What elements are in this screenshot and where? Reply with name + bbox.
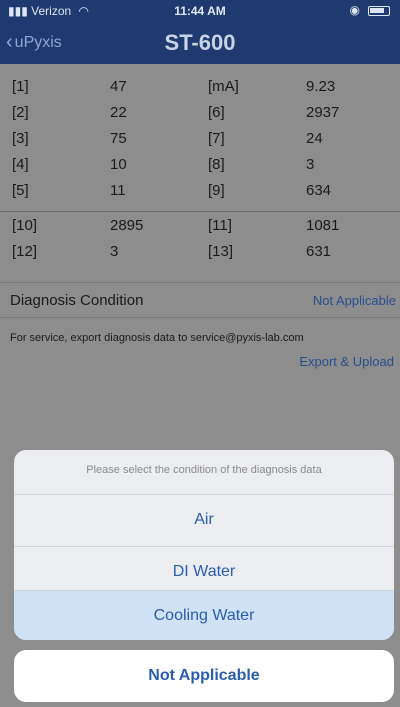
- diagnosis-value: Not Applicable: [312, 293, 396, 308]
- reading-key: [8]: [208, 156, 225, 173]
- reading-key: [mA]: [208, 78, 239, 95]
- reading-value: 10: [110, 156, 127, 173]
- export-upload-link[interactable]: Export & Upload: [299, 354, 394, 369]
- divider: [0, 211, 400, 212]
- option-cooling-water[interactable]: Cooling Water: [14, 590, 394, 640]
- diagnosis-label: Diagnosis Condition: [10, 292, 144, 309]
- reading-value: 1081: [306, 217, 340, 234]
- status-bar: ▮▮▮ Verizon ◠ 11:44 AM ◉: [0, 0, 400, 22]
- table-row: [1] 47 [mA] 9.23: [0, 78, 400, 104]
- reading-key: [2]: [12, 104, 29, 121]
- reading-value: 2895: [110, 217, 144, 234]
- app-screen: ▮▮▮ Verizon ◠ 11:44 AM ◉ ‹ uPyxis ST-600 …: [0, 0, 400, 707]
- reading-value: 47: [110, 78, 127, 95]
- nav-bar: ‹ uPyxis ST-600: [0, 22, 400, 64]
- readings-table: [1] 47 [mA] 9.23 [2] 22 [6] 2937 [3] 75 …: [0, 78, 400, 269]
- reading-key: [12]: [12, 243, 38, 260]
- reading-key: [11]: [208, 217, 232, 234]
- option-air[interactable]: Air: [14, 494, 394, 544]
- reading-value: 631: [306, 243, 332, 260]
- action-sheet: Please select the condition of the diagn…: [14, 450, 394, 640]
- table-row: [12] 3 [13] 631: [0, 243, 400, 269]
- page-title: ST-600: [164, 30, 236, 55]
- reading-key: [7]: [208, 130, 225, 147]
- alarm-icon: ◉: [349, 3, 360, 17]
- reading-value: 75: [110, 130, 127, 147]
- action-sheet-prompt: Please select the condition of the diagn…: [86, 464, 322, 476]
- reading-value: 11: [110, 182, 126, 199]
- not-applicable-button[interactable]: Not Applicable: [14, 650, 394, 702]
- reading-value: 9.23: [306, 78, 336, 95]
- reading-key: [6]: [208, 104, 225, 121]
- battery-icon: [368, 6, 390, 16]
- reading-key: [4]: [12, 156, 29, 173]
- reading-key: [9]: [208, 182, 225, 199]
- diagnosis-row[interactable]: Diagnosis Condition Not Applicable: [0, 282, 400, 318]
- table-row: [4] 10 [8] 3: [0, 156, 400, 182]
- reading-key: [3]: [12, 130, 29, 147]
- table-row: [5] 11 [9] 634: [0, 182, 400, 208]
- reading-key: [10]: [12, 217, 38, 234]
- reading-value: 634: [306, 182, 332, 199]
- reading-value: 22: [110, 104, 127, 121]
- option-di-water[interactable]: DI Water: [14, 546, 394, 596]
- reading-key: [13]: [208, 243, 234, 260]
- reading-value: 2937: [306, 104, 340, 121]
- service-note: For service, export diagnosis data to se…: [10, 332, 304, 344]
- table-row: [3] 75 [7] 24: [0, 130, 400, 156]
- reading-key: [1]: [12, 78, 29, 95]
- table-row: [2] 22 [6] 2937: [0, 104, 400, 130]
- reading-value: 3: [110, 243, 119, 260]
- reading-key: [5]: [12, 182, 29, 199]
- status-time: 11:44 AM: [174, 4, 226, 18]
- table-row: [10] 2895 [11] 1081: [0, 217, 400, 243]
- reading-value: 24: [306, 130, 323, 147]
- reading-value: 3: [306, 156, 315, 173]
